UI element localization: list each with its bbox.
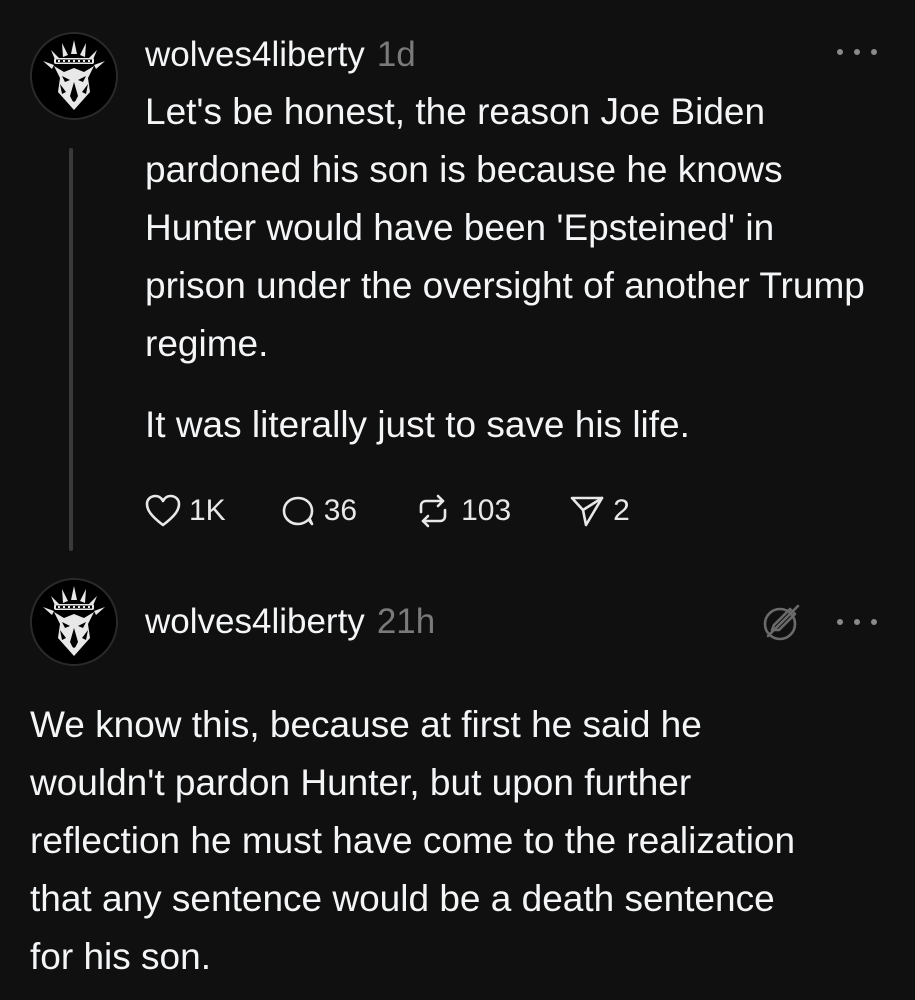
post-header: wolves4liberty 21h xyxy=(145,597,435,647)
username[interactable]: wolves4liberty xyxy=(145,597,365,647)
repost-count: 103 xyxy=(461,494,512,527)
timestamp[interactable]: 21h xyxy=(377,597,435,647)
reply-count: 36 xyxy=(323,494,358,527)
post-text: It was literally just to save his life. xyxy=(145,404,690,445)
more-dot xyxy=(854,619,860,625)
reply-button[interactable]: 36 xyxy=(280,494,357,528)
more-horizontal-icon xyxy=(837,619,843,625)
like-count: 1K xyxy=(189,494,226,527)
wolf-logo-icon xyxy=(32,34,116,118)
post-actions: 1K 36 103 2 xyxy=(145,486,630,536)
thread-post: wolves4liberty 1d Let's be honest, the r… xyxy=(0,0,915,570)
paper-plane-icon xyxy=(570,496,604,527)
like-button[interactable]: 1K xyxy=(145,494,226,528)
timestamp[interactable]: 1d xyxy=(377,30,416,80)
post-text: Let's be honest, the reason Joe Biden pa… xyxy=(145,91,865,364)
heart-icon xyxy=(145,494,181,527)
more-dot xyxy=(854,49,860,55)
avatar[interactable] xyxy=(30,578,118,666)
pencil-slash-icon xyxy=(760,600,804,644)
more-horizontal-icon xyxy=(837,49,843,55)
wolf-logo-icon xyxy=(32,580,116,664)
repost-button[interactable]: 103 xyxy=(413,494,511,528)
repost-arrows-icon xyxy=(419,494,447,528)
more-options-button[interactable] xyxy=(837,42,877,62)
speech-bubble-icon xyxy=(282,496,314,526)
username[interactable]: wolves4liberty xyxy=(145,30,365,80)
more-dot xyxy=(871,49,877,55)
more-options-button[interactable] xyxy=(837,612,877,632)
post-header: wolves4liberty 1d xyxy=(145,30,416,80)
thread-post: wolves4liberty 21h We know this, because… xyxy=(0,570,915,1000)
thread-connector-line xyxy=(69,148,73,551)
share-button[interactable]: 2 xyxy=(569,494,630,528)
more-dot xyxy=(871,619,877,625)
post-text: We know this, because at first he said h… xyxy=(30,704,796,977)
avatar[interactable] xyxy=(30,32,118,120)
share-count: 2 xyxy=(613,494,630,527)
